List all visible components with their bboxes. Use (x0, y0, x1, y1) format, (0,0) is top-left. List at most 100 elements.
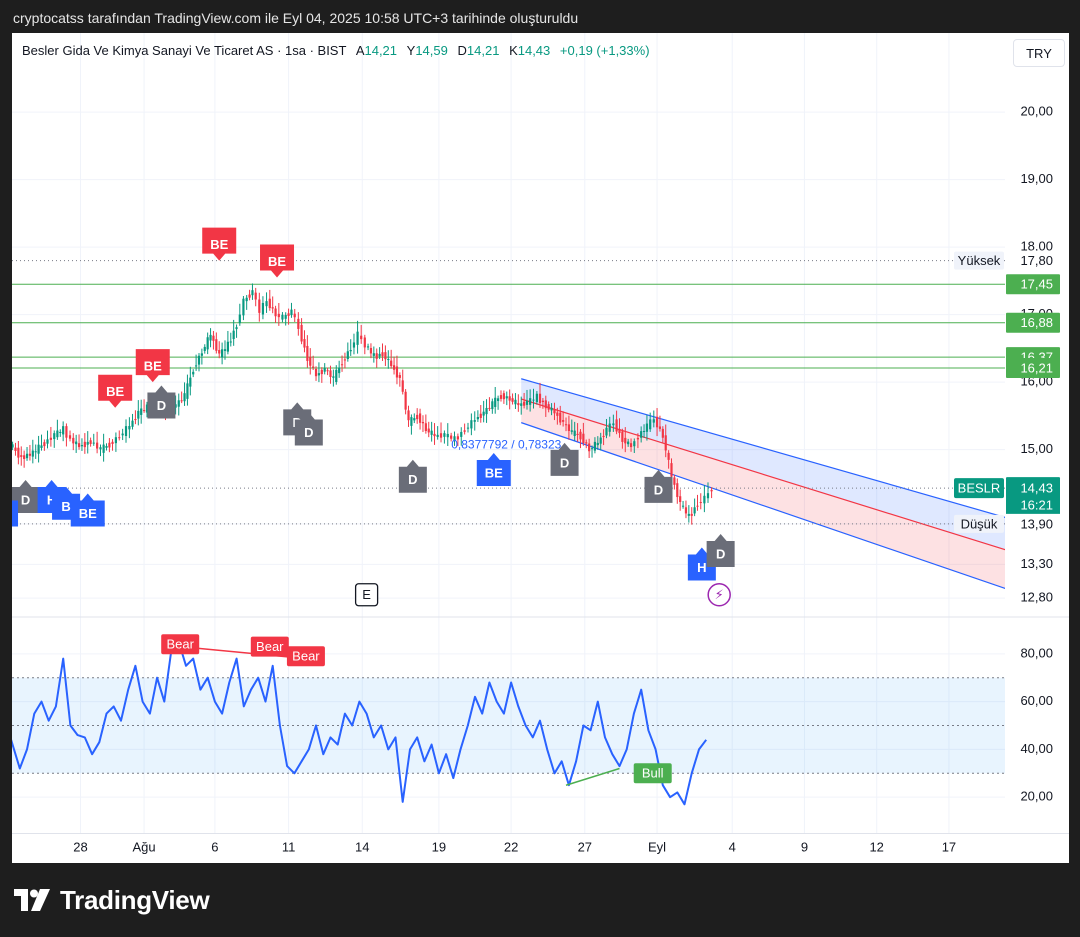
candle[interactable] (31, 439, 34, 464)
rsi-pane[interactable]: Bear Bear Bear Bull (12, 634, 1005, 806)
candle[interactable] (59, 429, 62, 437)
divergence-label-bear[interactable]: Bear (286, 646, 325, 667)
candle[interactable] (245, 295, 248, 310)
candle[interactable] (407, 405, 410, 427)
candle[interactable] (102, 433, 105, 462)
candle[interactable] (300, 318, 303, 345)
candle[interactable] (114, 432, 118, 452)
candle[interactable] (306, 335, 309, 368)
candle[interactable] (349, 339, 352, 356)
signal-marker-be[interactable]: BE (98, 374, 133, 408)
candle[interactable] (274, 305, 277, 323)
candle[interactable] (200, 348, 203, 365)
candle[interactable] (56, 419, 59, 440)
candle[interactable] (80, 438, 84, 451)
candle[interactable] (326, 367, 329, 376)
candle[interactable] (89, 437, 92, 447)
signal-marker-be[interactable]: BE (202, 227, 237, 261)
candle[interactable] (446, 423, 449, 446)
event-flash-icon[interactable]: ⚡ (707, 583, 731, 607)
candle[interactable] (215, 332, 218, 354)
candle[interactable] (693, 498, 696, 517)
candle[interactable] (320, 367, 323, 383)
symbol-title[interactable]: Besler Gida Ve Kimya Sanayi Ve Ticaret A… (22, 43, 346, 58)
candle[interactable] (14, 442, 17, 456)
signal-marker-d[interactable]: D (644, 469, 673, 503)
candle[interactable] (338, 360, 341, 378)
candle[interactable] (77, 434, 81, 450)
candle[interactable] (232, 319, 235, 346)
price-plot[interactable]: 0,8377792 / 0,78323BEBEBEBEDHBBEBEDDDDBE… (12, 227, 1063, 609)
signal-marker-be[interactable]: BE (476, 453, 511, 486)
candle[interactable] (37, 435, 40, 463)
candle[interactable] (53, 430, 56, 448)
candle[interactable] (180, 391, 183, 404)
candle[interactable] (703, 484, 706, 513)
candle[interactable] (197, 353, 201, 372)
tradingview-logo[interactable]: TradingView (14, 884, 210, 916)
candle[interactable] (23, 450, 26, 468)
candle[interactable] (497, 395, 500, 410)
candle[interactable] (68, 430, 72, 442)
candle[interactable] (427, 421, 430, 438)
candle[interactable] (514, 393, 517, 409)
candle[interactable] (92, 433, 95, 446)
candle[interactable] (206, 332, 209, 355)
candle[interactable] (83, 433, 86, 454)
time-axis[interactable]: 28 Ağu 6 11 14 19 22 27 Eyl 4 9 12 17 (73, 839, 956, 854)
candle[interactable] (142, 399, 146, 413)
candle[interactable] (699, 493, 702, 510)
signal-marker-d[interactable]: D (398, 459, 427, 493)
candle[interactable] (443, 430, 446, 444)
candle[interactable] (140, 399, 143, 424)
signal-marker-be[interactable]: BE (135, 349, 170, 383)
candle[interactable] (309, 348, 312, 375)
candle[interactable] (690, 507, 693, 525)
candle[interactable] (579, 429, 582, 449)
candle[interactable] (395, 355, 399, 385)
candle[interactable] (410, 414, 413, 435)
divergence-label-bear[interactable]: Bear (250, 636, 289, 657)
candle[interactable] (293, 308, 296, 322)
candle[interactable] (111, 439, 114, 451)
earnings-badge[interactable]: E (354, 583, 379, 607)
candle[interactable] (696, 494, 699, 511)
candle[interactable] (473, 411, 476, 431)
candle[interactable] (681, 500, 685, 509)
candle[interactable] (203, 344, 206, 354)
candle[interactable] (137, 400, 140, 426)
candle[interactable] (476, 410, 479, 422)
candle[interactable] (418, 408, 422, 430)
candle[interactable] (381, 343, 384, 361)
candle[interactable] (413, 413, 416, 424)
candle[interactable] (209, 328, 212, 348)
candle[interactable] (343, 352, 347, 369)
candle[interactable] (303, 330, 306, 353)
candle[interactable] (439, 422, 443, 443)
candle[interactable] (485, 399, 488, 423)
candle[interactable] (281, 312, 284, 323)
candle[interactable] (251, 283, 254, 300)
candle[interactable] (46, 430, 49, 449)
candle[interactable] (12, 441, 14, 451)
candle[interactable] (265, 292, 268, 313)
candle[interactable] (372, 346, 375, 363)
candle[interactable] (502, 390, 505, 404)
candle[interactable] (508, 389, 511, 410)
candle[interactable] (416, 408, 419, 424)
candle[interactable] (463, 423, 466, 435)
candle[interactable] (128, 417, 131, 439)
candle[interactable] (684, 500, 688, 519)
candle[interactable] (366, 343, 370, 351)
candle[interactable] (421, 415, 425, 433)
candle[interactable] (387, 350, 390, 369)
candle[interactable] (390, 349, 393, 369)
candle[interactable] (466, 422, 470, 433)
candle[interactable] (62, 421, 65, 442)
candle[interactable] (424, 414, 427, 434)
candle[interactable] (346, 342, 349, 362)
chart-canvas[interactable]: 0,8377792 / 0,78323BEBEBEBEDHBBEBEDDDDBE… (12, 33, 1069, 863)
candle[interactable] (332, 369, 335, 387)
candle[interactable] (297, 312, 300, 336)
candle[interactable] (271, 296, 274, 314)
